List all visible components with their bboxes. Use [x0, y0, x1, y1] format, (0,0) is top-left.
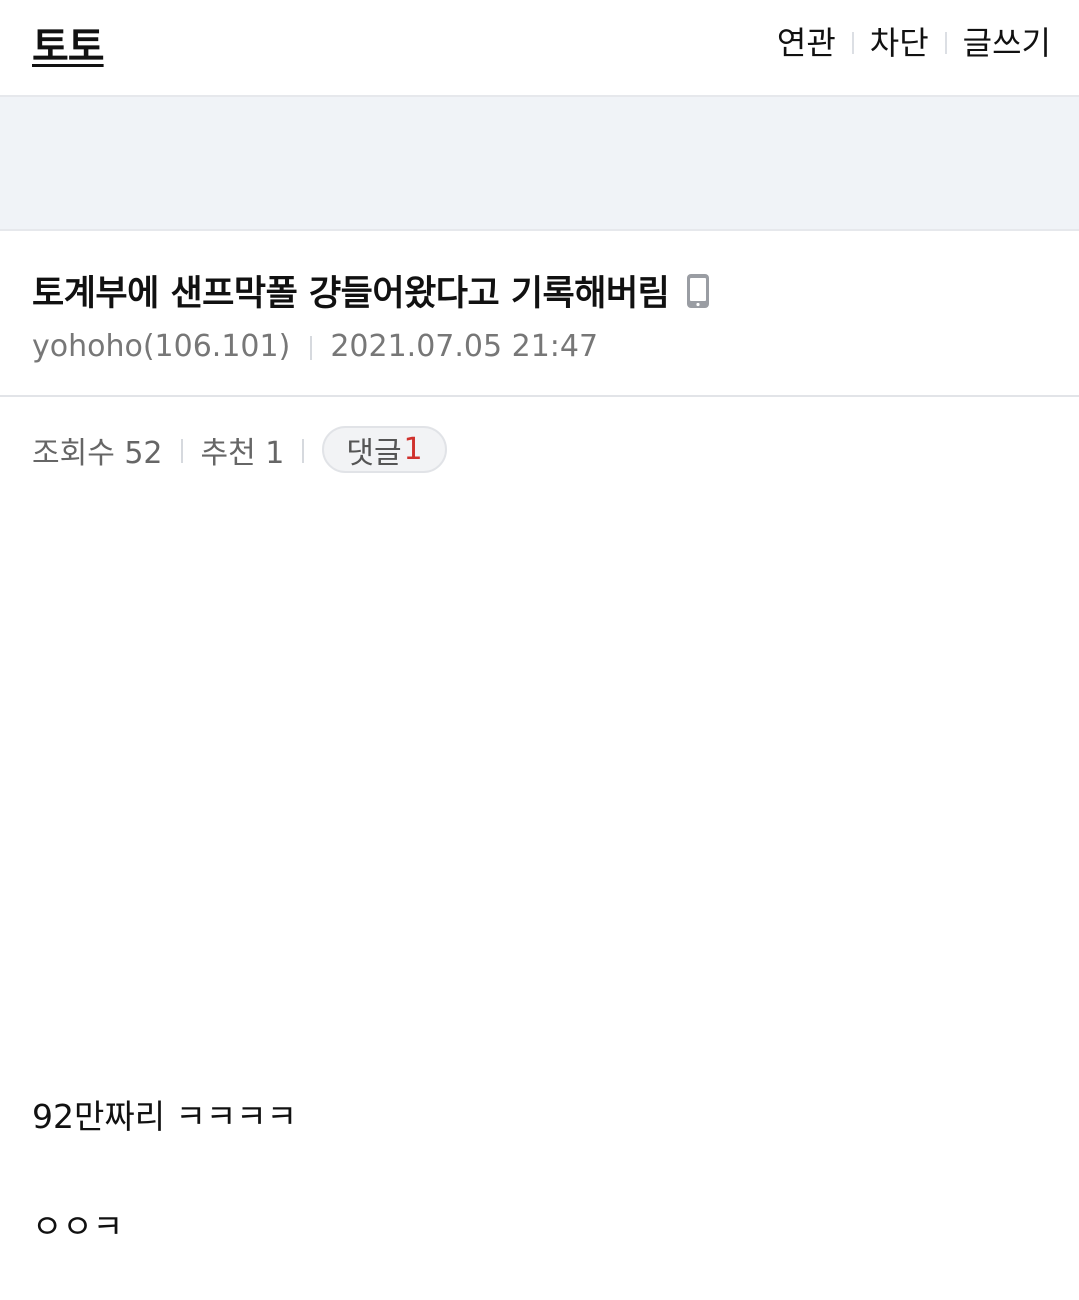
nav-divider — [851, 32, 854, 54]
post-body-line: 92만짜리 ㅋㅋㅋㅋ — [32, 1097, 298, 1136]
mobile-phone-icon — [685, 273, 711, 309]
block-link[interactable]: 차단 — [870, 18, 929, 64]
post-body-line: ㅇㅇㅋ — [32, 1207, 124, 1246]
view-count: 조회수 52 — [32, 435, 163, 471]
gallery-logo[interactable]: 토토 — [32, 14, 105, 72]
comment-label: 댓글 — [346, 435, 402, 471]
recommend-count: 추천 1 — [200, 435, 285, 471]
post-stats: 조회수 52 추천 1 댓글 1 — [32, 426, 447, 473]
comment-button[interactable]: 댓글 1 — [322, 426, 447, 473]
top-header: 토토 연관 차단 글쓰기 — [0, 0, 1079, 97]
author-name[interactable]: yohoho(106.101) — [32, 329, 290, 364]
post-meta: yohoho(106.101) 2021.07.05 21:47 — [32, 329, 598, 364]
write-post-link[interactable]: 글쓰기 — [963, 18, 1051, 64]
post-header: 토계부에 샌프막폴 걍들어왔다고 기록해버림 yohoho(106.101) 2… — [0, 231, 1079, 397]
ad-banner-area — [0, 97, 1079, 231]
nav-divider — [944, 32, 947, 54]
related-link[interactable]: 연관 — [777, 18, 836, 64]
stat-divider — [302, 438, 305, 463]
post-title: 토계부에 샌프막폴 걍들어왔다고 기록해버림 — [32, 274, 670, 314]
comment-count: 1 — [403, 432, 423, 467]
post-datetime: 2021.07.05 21:47 — [330, 329, 599, 364]
header-nav: 연관 차단 글쓰기 — [777, 18, 1051, 64]
post-title-row: 토계부에 샌프막폴 걍들어왔다고 기록해버림 — [32, 265, 711, 316]
stat-divider — [180, 438, 183, 463]
meta-divider — [310, 335, 313, 360]
